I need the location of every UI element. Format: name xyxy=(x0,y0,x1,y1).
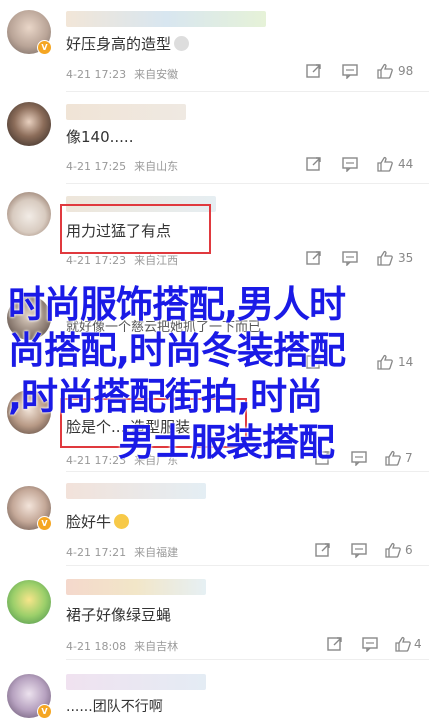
overlay-line: 时尚服饰搭配,男人时 xyxy=(8,283,346,326)
avatar[interactable] xyxy=(7,102,51,146)
share-icon[interactable] xyxy=(305,63,323,79)
highlight-box xyxy=(60,204,211,254)
overlay-line: ,时尚搭配街拍,时尚 xyxy=(8,375,323,418)
like-count: 4 xyxy=(414,637,422,651)
comment-meta: 4-21 18:08 来自吉林 xyxy=(66,640,179,653)
comment-text: 脸好牛 xyxy=(66,511,130,532)
like-icon[interactable] xyxy=(384,542,402,558)
comment-icon[interactable] xyxy=(341,63,359,79)
verified-badge-icon: V xyxy=(37,40,52,55)
comment-meta: 4-21 17:23 来自江西 xyxy=(66,254,179,267)
comment-item: 像140..... 4-21 17:25 来自山东 44 xyxy=(0,92,429,184)
verified-badge-icon: V xyxy=(37,516,52,531)
overlay-line: 尚搭配,时尚冬装搭配 xyxy=(8,329,346,372)
share-icon[interactable] xyxy=(326,636,344,652)
emoji-icon xyxy=(114,514,130,529)
like-icon[interactable] xyxy=(376,63,394,79)
comment-item: 用力过猛了有点 4-21 17:23 来自江西 35 xyxy=(0,184,429,276)
comment-icon[interactable] xyxy=(350,542,368,558)
comment-item: 裙子好像绿豆蝇 4-21 18:08 来自吉林 4 xyxy=(0,566,429,660)
like-count: 98 xyxy=(398,64,414,78)
comment-icon[interactable] xyxy=(341,156,359,172)
verified-badge-icon: V xyxy=(37,704,52,719)
overlay-line: 男士服装搭配 xyxy=(118,421,335,464)
username-redacted[interactable] xyxy=(66,11,266,27)
like-count: 44 xyxy=(398,157,414,171)
like-icon[interactable] xyxy=(394,636,412,652)
comment-text: 裙子好像绿豆蝇 xyxy=(66,606,172,624)
like-icon[interactable] xyxy=(376,156,394,172)
comment-meta: 4-21 17:25 来自山东 xyxy=(66,160,179,173)
like-count: 6 xyxy=(405,543,413,557)
comment-meta: 4-21 17:23 来自安徽 xyxy=(66,68,179,81)
like-icon[interactable] xyxy=(376,250,394,266)
emoji-icon xyxy=(174,36,190,51)
comment-item: V ......团队不行啊 xyxy=(0,660,429,719)
username-redacted[interactable] xyxy=(66,483,206,499)
share-icon[interactable] xyxy=(305,156,323,172)
share-icon[interactable] xyxy=(314,542,332,558)
comment-item: V 好压身高的造型 4-21 17:23 来自安徽 98 xyxy=(0,0,429,92)
avatar[interactable] xyxy=(7,580,51,624)
share-icon[interactable] xyxy=(305,250,323,266)
comment-item: V 脸好牛 4-21 17:21 来自福建 6 xyxy=(0,472,429,566)
username-redacted[interactable] xyxy=(66,579,206,595)
avatar[interactable] xyxy=(7,192,51,236)
comment-icon[interactable] xyxy=(341,250,359,266)
comment-text: ......团队不行啊 xyxy=(66,699,163,715)
comment-text: 好压身高的造型 xyxy=(66,33,190,54)
comment-meta: 4-21 17:21 来自福建 xyxy=(66,546,179,559)
username-redacted[interactable] xyxy=(66,104,186,120)
username-redacted[interactable] xyxy=(66,674,206,690)
overlay-caption: 时尚服饰搭配,男人时 尚搭配,时尚冬装搭配 ,时尚搭配街拍,时尚 男士服装搭配 xyxy=(8,282,422,466)
comment-text: 像140..... xyxy=(66,128,134,146)
like-count: 35 xyxy=(398,251,414,265)
comment-icon[interactable] xyxy=(361,636,379,652)
